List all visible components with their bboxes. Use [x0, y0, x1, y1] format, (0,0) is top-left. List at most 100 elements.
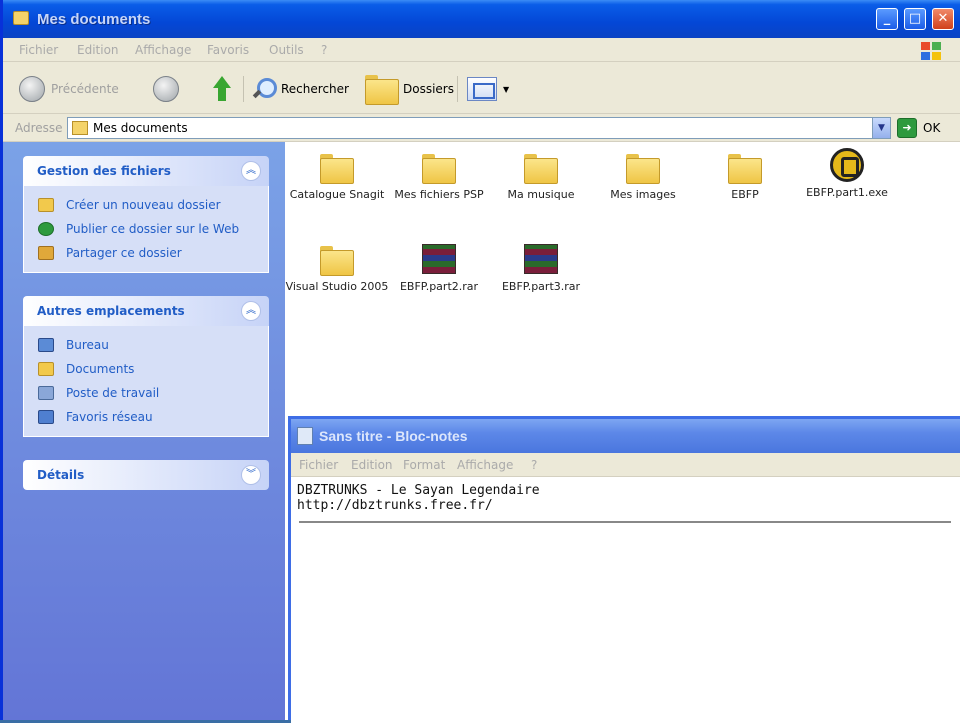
rar-archive-icon	[422, 244, 456, 274]
other-places-title: Autres emplacements	[37, 304, 185, 318]
file-tasks-group: Gestion des fichiers ︽ Créer un nouveau …	[23, 156, 269, 273]
file-name: Ma musique	[507, 188, 575, 201]
toolbar-separator	[457, 76, 458, 102]
network-icon	[38, 410, 54, 424]
folder-icon	[320, 154, 354, 184]
notepad-icon	[297, 427, 313, 445]
file-name: Mes images	[610, 188, 676, 201]
file-name: Visual Studio 2005	[285, 280, 389, 293]
text-line: DBZTRUNKS - Le Sayan Legendaire	[297, 483, 540, 498]
rar-archive-icon	[524, 244, 558, 274]
music-folder-icon	[524, 154, 558, 184]
folders-button[interactable]: Dossiers	[365, 74, 454, 105]
folder-icon	[728, 154, 762, 184]
address-input[interactable]: Mes documents ▼	[67, 117, 891, 139]
notepad-menu-fichier[interactable]: Fichier	[299, 458, 338, 472]
search-button[interactable]: Rechercher	[251, 74, 349, 104]
folders-icon	[365, 75, 399, 105]
address-bar: Adresse Mes documents ▼ ➜ OK	[3, 114, 960, 142]
window-title: Mes documents	[37, 11, 151, 28]
up-arrow-icon	[211, 76, 233, 102]
place-label: Favoris réseau	[66, 410, 153, 424]
close-button[interactable]: ✕	[932, 8, 954, 30]
notepad-menu-format[interactable]: Format	[403, 458, 445, 472]
task-new-folder[interactable]: Créer un nouveau dossier	[24, 194, 268, 218]
toolbar-separator	[243, 76, 244, 102]
notepad-titlebar[interactable]: Sans titre - Bloc-notes	[291, 419, 960, 453]
back-button[interactable]: Précédente	[19, 74, 119, 104]
folder-icon	[72, 121, 88, 135]
minimize-button[interactable]: _	[876, 8, 898, 30]
file-item[interactable]: EBFP	[693, 150, 797, 202]
file-name: Mes fichiers PSP	[394, 188, 484, 201]
my-computer-icon	[38, 386, 54, 400]
folders-label: Dossiers	[403, 82, 454, 96]
notepad-menu-affichage[interactable]: Affichage	[457, 458, 513, 472]
file-item[interactable]: EBFP.part3.rar	[489, 242, 593, 294]
other-places-header[interactable]: Autres emplacements ︽	[23, 296, 269, 326]
pictures-folder-icon	[626, 154, 660, 184]
menu-affichage[interactable]: Affichage	[135, 43, 191, 57]
task-share-folder[interactable]: Partager ce dossier	[24, 242, 268, 266]
views-button[interactable]: ▼	[467, 74, 509, 104]
menu-fichier[interactable]: Fichier	[19, 43, 58, 57]
globe-icon	[38, 222, 54, 236]
expand-chevron-icon[interactable]: ︾	[241, 465, 261, 485]
task-label: Partager ce dossier	[66, 246, 182, 260]
details-header[interactable]: Détails ︾	[23, 460, 269, 490]
menu-help[interactable]: ?	[321, 43, 327, 57]
menu-outils[interactable]: Outils	[269, 43, 304, 57]
menu-favoris[interactable]: Favoris	[207, 43, 249, 57]
file-name: EBFP.part3.rar	[501, 280, 581, 293]
menu-edition[interactable]: Edition	[77, 43, 119, 57]
explorer-titlebar[interactable]: Mes documents _ □ ✕	[3, 0, 960, 38]
file-item[interactable]: Visual Studio 2005	[285, 242, 389, 294]
file-name: EBFP.part1.exe	[806, 186, 888, 199]
file-item[interactable]: Mes fichiers PSP	[387, 150, 491, 202]
up-button[interactable]	[211, 74, 233, 104]
task-publish-web[interactable]: Publier ce dossier sur le Web	[24, 218, 268, 242]
chevron-down-icon: ▼	[503, 84, 510, 94]
details-title: Détails	[37, 468, 85, 482]
notepad-text-area[interactable]: DBZTRUNKS - Le Sayan Legendaire http://d…	[291, 477, 960, 723]
place-poste-de-travail[interactable]: Poste de travail	[24, 382, 268, 406]
other-places-group: Autres emplacements ︽ Bureau Documents P…	[23, 296, 269, 437]
collapse-chevron-icon[interactable]: ︽	[241, 161, 261, 181]
file-name: Catalogue Snagit	[289, 188, 385, 201]
place-documents[interactable]: Documents	[24, 358, 268, 382]
place-bureau[interactable]: Bureau	[24, 334, 268, 358]
collapse-chevron-icon[interactable]: ︽	[241, 301, 261, 321]
address-label: Adresse	[15, 121, 63, 135]
notepad-menu-help[interactable]: ?	[531, 458, 537, 472]
notepad-title: Sans titre - Bloc-notes	[319, 428, 468, 444]
file-item[interactable]: EBFP.part2.rar	[387, 242, 491, 294]
exe-icon	[830, 148, 864, 182]
file-item[interactable]: Ma musique	[489, 150, 593, 202]
place-label: Bureau	[66, 338, 109, 352]
search-label: Rechercher	[281, 82, 349, 96]
maximize-button[interactable]: □	[904, 8, 926, 30]
folder-icon	[422, 154, 456, 184]
file-item[interactable]: Mes images	[591, 150, 695, 202]
go-arrow-icon[interactable]: ➜	[897, 118, 917, 138]
documents-folder-icon	[38, 362, 54, 376]
new-folder-icon	[38, 198, 54, 212]
file-item[interactable]: Catalogue Snagit	[285, 150, 389, 202]
notepad-window: Sans titre - Bloc-notes Fichier Edition …	[288, 416, 960, 723]
file-item[interactable]: EBFP.part1.exe	[795, 148, 899, 200]
file-name: EBFP	[731, 188, 759, 201]
place-label: Documents	[66, 362, 135, 376]
forward-button[interactable]	[153, 74, 179, 104]
place-favoris-reseau[interactable]: Favoris réseau	[24, 406, 268, 430]
file-tasks-header[interactable]: Gestion des fichiers ︽	[23, 156, 269, 186]
place-label: Poste de travail	[66, 386, 160, 400]
toolbar: Précédente Rechercher Dossiers ▼	[3, 62, 960, 114]
go-button[interactable]: OK	[923, 121, 940, 135]
address-dropdown-icon[interactable]: ▼	[872, 118, 890, 138]
notepad-menu-edition[interactable]: Edition	[351, 458, 393, 472]
file-name: EBFP.part2.rar	[399, 280, 479, 293]
views-icon	[467, 77, 497, 101]
search-icon	[251, 77, 277, 101]
details-group: Détails ︾	[23, 460, 269, 490]
address-value: Mes documents	[93, 121, 188, 135]
